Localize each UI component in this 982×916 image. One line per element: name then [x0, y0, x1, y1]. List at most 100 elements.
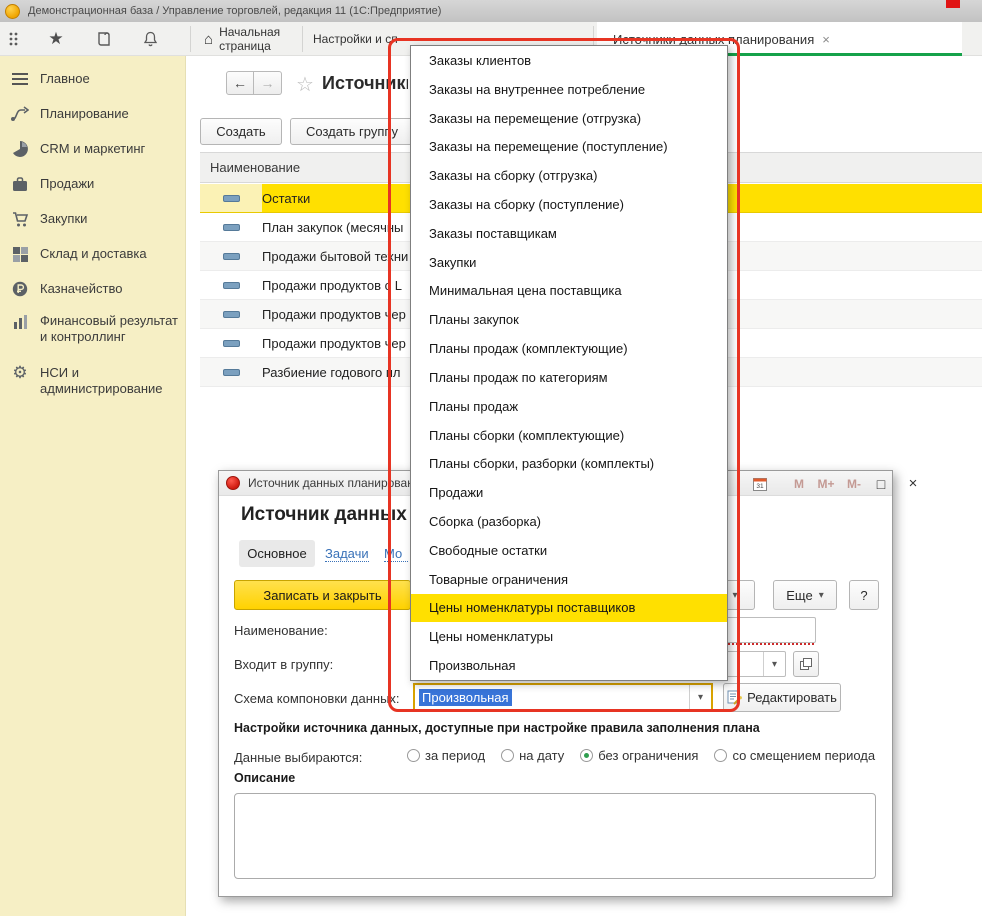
svg-text:31: 31 — [756, 483, 764, 490]
dropdown-item[interactable]: Минимальная цена поставщика — [411, 277, 727, 306]
scheme-dropdown-arrow[interactable]: ▾ — [689, 685, 711, 710]
tab-close-icon[interactable]: × — [822, 32, 830, 47]
grid-boxes-icon — [10, 244, 30, 264]
row-label: Продажи бытовой техни — [262, 249, 408, 264]
bar-chart-icon — [10, 311, 30, 331]
back-button[interactable]: ← — [226, 71, 254, 95]
sidebar-item-purchases[interactable]: Закупки — [0, 209, 186, 229]
dropdown-item[interactable]: Планы продаж по категориям — [411, 363, 727, 392]
dropdown-item[interactable]: Заказы на сборку (отгрузка) — [411, 161, 727, 190]
sidebar-item-treasury[interactable]: Казначейство — [0, 279, 186, 299]
radio-со-смещением-периода[interactable]: со смещением периода — [714, 748, 875, 763]
dialog-close-button[interactable]: × — [893, 474, 933, 493]
scheme-combobox[interactable]: Произвольная ▾ — [413, 683, 713, 712]
sections-sidebar: Главное Планирование CRM и маркетинг Про… — [0, 56, 186, 916]
create-group-button[interactable]: Создать группу — [290, 118, 414, 145]
open-in-window-icon — [800, 658, 812, 670]
pie-chart-icon — [10, 139, 30, 159]
caret-down-icon: ▾ — [732, 590, 737, 601]
dropdown-item[interactable]: Заказы поставщикам — [411, 219, 727, 248]
row-label: Продажи продуктов чер — [262, 336, 406, 351]
memory-m-button[interactable]: M — [789, 474, 809, 493]
tab-settings-label: Настройки и сп — [313, 32, 398, 46]
row-label: Остатки — [262, 191, 310, 206]
favorite-star-icon[interactable]: ☆ — [296, 72, 314, 97]
sidebar-item-admin[interactable]: ⚙ НСИ и администрирование — [0, 363, 186, 397]
dropdown-item[interactable]: Планы закупок — [411, 305, 727, 334]
dropdown-item[interactable]: Произвольная — [411, 651, 727, 680]
back-arrow-icon: ← — [233, 75, 247, 91]
dropdown-item[interactable]: Заказы клиентов — [411, 46, 727, 75]
data-source-icon — [223, 195, 240, 202]
more-actions-button[interactable]: Еще ▾ — [773, 580, 837, 610]
maximize-button[interactable]: □ — [871, 474, 891, 493]
forward-arrow-icon: → — [261, 75, 275, 91]
sidebar-item-main[interactable]: Главное — [0, 69, 186, 89]
dropdown-item[interactable]: Планы продаж (комплектующие) — [411, 334, 727, 363]
service-menu-icon[interactable] — [4, 27, 28, 51]
sidebar-item-finance[interactable]: Финансовый результат и контроллинг — [0, 311, 186, 345]
radio-без-ограничения[interactable]: без ограничения — [580, 748, 698, 763]
dropdown-item[interactable]: Сборка (разборка) — [411, 507, 727, 536]
forward-button[interactable]: → — [254, 71, 282, 95]
sidebar-item-crm[interactable]: CRM и маркетинг — [0, 139, 186, 159]
close-button-fragment[interactable] — [946, 0, 960, 8]
row-label: Продажи продуктов с L — [262, 278, 402, 293]
caret-down-icon: ▾ — [819, 590, 824, 601]
dialog-tab-main[interactable]: Основное — [239, 540, 315, 567]
1c-app-icon — [5, 4, 20, 19]
dropdown-item[interactable]: Планы сборки (комплектующие) — [411, 421, 727, 450]
dropdown-item[interactable]: Планы сборки, разборки (комплекты) — [411, 449, 727, 478]
window-title: Демонстрационная база / Управление торго… — [28, 5, 441, 17]
scheme-value: Произвольная — [419, 689, 512, 706]
dropdown-item[interactable]: Планы продаж — [411, 392, 727, 421]
dropdown-item[interactable]: Свободные остатки — [411, 536, 727, 565]
data-source-icon — [223, 340, 240, 347]
memory-m-minus-button[interactable]: M- — [841, 474, 867, 493]
memory-m-plus-button[interactable]: M+ — [813, 474, 839, 493]
row-label: План закупок (месячны — [262, 220, 403, 235]
dropdown-item[interactable]: Заказы на внутреннее потребление — [411, 75, 727, 104]
edit-scheme-button[interactable]: Редактировать — [723, 683, 841, 712]
dropdown-item[interactable]: Заказы на перемещение (поступление) — [411, 132, 727, 161]
ruble-circle-icon — [10, 279, 30, 299]
data-source-icon — [223, 224, 240, 231]
1c-dialog-icon — [226, 476, 240, 490]
calendar-icon[interactable]: 31 — [751, 474, 769, 493]
description-textarea[interactable] — [234, 793, 876, 879]
row-label: Продажи продуктов чер — [262, 307, 406, 322]
dialog-heading: Источник данных пл — [241, 504, 413, 526]
scheme-field-label: Схема компоновки данных: — [234, 691, 400, 706]
toolbar-divider — [190, 26, 191, 52]
dropdown-item[interactable]: Заказы на перемещение (отгрузка) — [411, 104, 727, 133]
sidebar-item-planning[interactable]: Планирование — [0, 104, 186, 124]
save-and-close-button[interactable]: Записать и закрыть — [234, 580, 411, 610]
notifications-bell-icon[interactable] — [138, 27, 162, 51]
gear-icon: ⚙ — [10, 363, 30, 383]
tab-home[interactable]: ⌂ Начальная страница — [194, 22, 302, 56]
data-select-radio-group: за период на дату без ограничения со сме… — [407, 748, 875, 763]
create-button[interactable]: Создать — [200, 118, 282, 145]
dropdown-item[interactable]: Заказы на сборку (поступление) — [411, 190, 727, 219]
history-icon[interactable] — [92, 27, 116, 51]
tab-home-label: Начальная страница — [219, 25, 302, 53]
dialog-tab-tasks[interactable]: Задачи — [325, 546, 369, 562]
dropdown-item[interactable]: Цены номенклатуры — [411, 622, 727, 651]
briefcase-icon — [10, 174, 30, 194]
dropdown-item[interactable]: Товарные ограничения — [411, 565, 727, 594]
group-dropdown-arrow[interactable]: ▾ — [763, 652, 785, 676]
dropdown-item-highlighted[interactable]: Цены номенклатуры поставщиков — [411, 594, 727, 623]
dropdown-item[interactable]: Закупки — [411, 248, 727, 277]
name-field-label: Наименование: — [234, 623, 328, 638]
radio-за-период[interactable]: за период — [407, 748, 485, 763]
dialog-tab-more[interactable]: Мо — [384, 546, 408, 562]
dropdown-item[interactable]: Продажи — [411, 478, 727, 507]
radio-на-дату[interactable]: на дату — [501, 748, 564, 763]
settings-section-header: Настройки источника данных, доступные пр… — [234, 721, 760, 735]
sidebar-item-warehouse[interactable]: Склад и доставка — [0, 244, 186, 264]
sidebar-item-sales[interactable]: Продажи — [0, 174, 186, 194]
data-source-icon — [223, 253, 240, 260]
help-button[interactable]: ? — [849, 580, 879, 610]
group-open-button[interactable] — [793, 651, 819, 677]
favorites-star-icon[interactable]: ★ — [44, 27, 68, 51]
